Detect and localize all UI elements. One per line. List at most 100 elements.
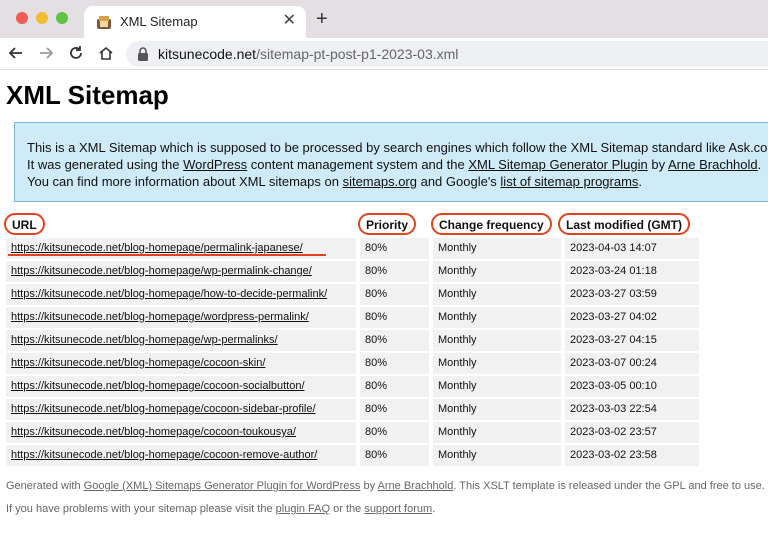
table-row: https://kitsunecode.net/blog-homepage/co…: [6, 422, 699, 443]
modified-cell: 2023-03-27 04:15: [565, 330, 699, 351]
frequency-cell: Monthly: [433, 307, 561, 328]
tab-close-icon[interactable]: ✕: [283, 12, 296, 30]
post-url-link[interactable]: https://kitsunecode.net/blog-homepage/co…: [11, 380, 305, 392]
footer-text: .: [432, 503, 436, 515]
back-button[interactable]: [6, 43, 26, 63]
priority-cell: 80%: [360, 445, 429, 466]
support-forum-link[interactable]: support forum: [364, 503, 432, 515]
author-link[interactable]: Arne Brachhold: [668, 157, 758, 172]
priority-cell: 80%: [360, 422, 429, 443]
forward-arrow-icon: [40, 47, 54, 59]
tab-favicon-icon: [97, 16, 111, 29]
header-priority: Priority: [358, 213, 417, 235]
table-row: https://kitsunecode.net/blog-homepage/ho…: [6, 284, 699, 305]
url-cell: https://kitsunecode.net/blog-homepage/wp…: [6, 261, 356, 282]
post-url-link[interactable]: https://kitsunecode.net/blog-homepage/wp…: [11, 265, 312, 277]
priority-cell: 80%: [360, 238, 429, 259]
post-url-link[interactable]: https://kitsunecode.net/blog-homepage/co…: [11, 357, 265, 369]
priority-cell: 80%: [360, 261, 429, 282]
tab-title: XML Sitemap: [120, 14, 198, 29]
url-cell: https://kitsunecode.net/blog-homepage/co…: [6, 353, 356, 374]
url-cell: https://kitsunecode.net/blog-homepage/ho…: [6, 284, 356, 305]
sitemap-programs-link[interactable]: list of sitemap programs: [500, 174, 638, 189]
url-cell: https://kitsunecode.net/blog-homepage/co…: [6, 445, 356, 466]
intro-line-2: It was generated using the WordPress con…: [27, 157, 761, 172]
modified-cell: 2023-03-27 03:59: [565, 284, 699, 305]
post-url-link[interactable]: https://kitsunecode.net/blog-homepage/co…: [11, 426, 296, 438]
frequency-cell: Monthly: [433, 284, 561, 305]
new-tab-button[interactable]: +: [316, 9, 328, 29]
frequency-cell: Monthly: [433, 330, 561, 351]
intro-text: It was generated using the: [27, 157, 184, 172]
frequency-cell: Monthly: [433, 445, 561, 466]
header-last-modified: Last modified (GMT): [558, 213, 690, 235]
priority-cell: 80%: [360, 353, 429, 374]
url-cell: https://kitsunecode.net/blog-homepage/co…: [6, 376, 356, 397]
url-path: /sitemap-pt-post-p1-2023-03.xml: [256, 46, 459, 62]
modified-cell: 2023-03-02 23:58: [565, 445, 699, 466]
footer-author-link[interactable]: Arne Brachhold: [378, 480, 454, 492]
lock-icon: [138, 47, 148, 61]
url-cell: https://kitsunecode.net/blog-homepage/wp…: [6, 330, 356, 351]
post-url-link[interactable]: https://kitsunecode.net/blog-homepage/co…: [11, 449, 317, 461]
frequency-cell: Monthly: [433, 399, 561, 420]
footer-text: Generated with: [6, 480, 84, 492]
forward-button[interactable]: [36, 43, 56, 63]
intro-line-1: This is a XML Sitemap which is supposed …: [27, 140, 768, 155]
footer-text: . This XSLT template is released under t…: [453, 480, 765, 492]
frequency-cell: Monthly: [433, 353, 561, 374]
modified-cell: 2023-03-05 00:10: [565, 376, 699, 397]
footer-text: by: [360, 480, 378, 492]
footer-text: or the: [330, 503, 365, 515]
priority-cell: 80%: [360, 376, 429, 397]
post-url-link[interactable]: https://kitsunecode.net/blog-homepage/co…: [11, 403, 316, 415]
url-cell: https://kitsunecode.net/blog-homepage/co…: [6, 399, 356, 420]
footer-line-1: Generated with Google (XML) Sitemaps Gen…: [6, 480, 765, 492]
frequency-cell: Monthly: [433, 261, 561, 282]
modified-cell: 2023-03-24 01:18: [565, 261, 699, 282]
modified-cell: 2023-03-27 04:02: [565, 307, 699, 328]
home-button[interactable]: [96, 43, 116, 63]
table-row: https://kitsunecode.net/blog-homepage/co…: [6, 399, 699, 420]
post-url-link[interactable]: https://kitsunecode.net/blog-homepage/wo…: [11, 311, 309, 323]
url-cell: https://kitsunecode.net/blog-homepage/co…: [6, 422, 356, 443]
page-title: XML Sitemap: [6, 80, 169, 110]
reload-button[interactable]: [66, 43, 86, 63]
footer-line-2: If you have problems with your sitemap p…: [6, 503, 435, 515]
intro-line-3: You can find more information about XML …: [27, 174, 642, 189]
minimize-window-button[interactable]: [36, 12, 48, 24]
header-url: URL: [4, 213, 45, 235]
priority-cell: 80%: [360, 284, 429, 305]
modified-cell: 2023-03-02 23:57: [565, 422, 699, 443]
maximize-window-button[interactable]: [56, 12, 68, 24]
url-text: kitsunecode.net/sitemap-pt-post-p1-2023-…: [158, 46, 458, 62]
table-row: https://kitsunecode.net/blog-homepage/co…: [6, 353, 699, 374]
plugin-faq-link[interactable]: plugin FAQ: [276, 503, 330, 515]
frequency-cell: Monthly: [433, 376, 561, 397]
sitemap-generator-plugin-link[interactable]: XML Sitemap Generator Plugin: [468, 157, 647, 172]
browser-tab[interactable]: XML Sitemap ✕: [84, 6, 306, 38]
priority-cell: 80%: [360, 330, 429, 351]
tab-bar: XML Sitemap ✕ +: [0, 0, 768, 38]
post-url-link[interactable]: https://kitsunecode.net/blog-homepage/pe…: [11, 242, 303, 254]
sitemaps-org-link[interactable]: sitemaps.org: [343, 174, 417, 189]
post-url-link[interactable]: https://kitsunecode.net/blog-homepage/wp…: [11, 334, 278, 346]
intro-text: and Google's: [416, 174, 501, 189]
close-window-button[interactable]: [16, 12, 28, 24]
header-change-frequency: Change frequency: [431, 213, 552, 235]
table-row: https://kitsunecode.net/blog-homepage/wp…: [6, 330, 699, 351]
back-arrow-icon: [8, 47, 22, 59]
intro-text: You can find more information about XML …: [27, 174, 343, 189]
address-bar[interactable]: kitsunecode.net/sitemap-pt-post-p1-2023-…: [126, 41, 768, 67]
annotation-underline: [8, 254, 326, 256]
priority-cell: 80%: [360, 307, 429, 328]
wordpress-link[interactable]: WordPress: [183, 157, 247, 172]
priority-cell: 80%: [360, 399, 429, 420]
frequency-cell: Monthly: [433, 238, 561, 259]
url-cell: https://kitsunecode.net/blog-homepage/wo…: [6, 307, 356, 328]
plugin-link[interactable]: Google (XML) Sitemaps Generator Plugin f…: [84, 480, 361, 492]
post-url-link[interactable]: https://kitsunecode.net/blog-homepage/ho…: [11, 288, 327, 300]
table-row: https://kitsunecode.net/blog-homepage/wp…: [6, 261, 699, 282]
intro-text: by: [647, 157, 669, 172]
frequency-cell: Monthly: [433, 422, 561, 443]
